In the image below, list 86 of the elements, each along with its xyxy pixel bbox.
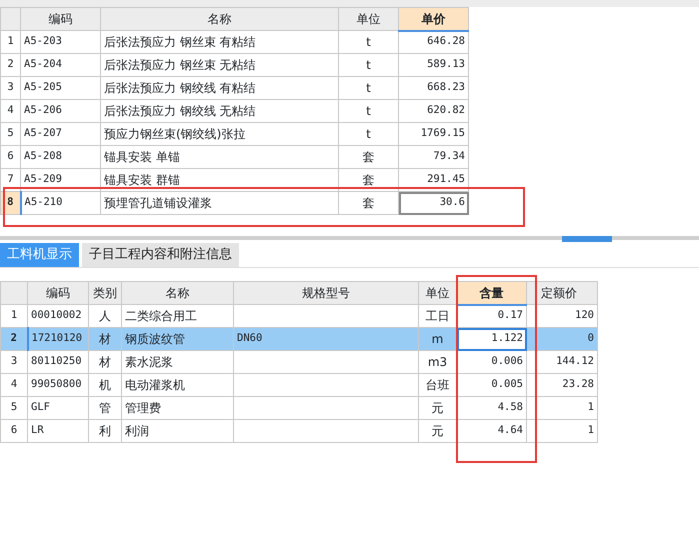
- corner-cell: [0, 8, 20, 30]
- table-cell: 23.28: [536, 374, 598, 396]
- table-cell: A5-208: [20, 146, 100, 168]
- row-number[interactable]: 2: [0, 328, 28, 350]
- table-cell: 材: [88, 350, 122, 374]
- table-cell: 144.12: [536, 350, 598, 374]
- table-cell: 利: [88, 420, 122, 442]
- table-cell: 机: [88, 374, 122, 396]
- row-number[interactable]: 3: [0, 350, 28, 374]
- splitter-handle[interactable]: [562, 236, 612, 242]
- table-cell: 预埋管孔道铺设灌浆: [100, 192, 338, 214]
- table-cell: 620.82: [398, 100, 468, 122]
- table-cell: 0.005: [456, 374, 526, 396]
- column-header[interactable]: 单位: [338, 8, 398, 30]
- corner-cell: [0, 282, 28, 304]
- table-cell: 后张法预应力 钢丝束 有粘结: [100, 30, 338, 54]
- row-number[interactable]: 3: [0, 76, 20, 100]
- table-cell: 99050800: [28, 374, 88, 396]
- table-cell: DN60: [234, 328, 418, 350]
- table-cell: t: [338, 54, 398, 76]
- column-header[interactable]: 单价: [398, 8, 468, 30]
- table-cell: 4.58: [456, 396, 526, 420]
- column-header[interactable]: 含量: [456, 282, 526, 304]
- table-cell[interactable]: 30.6: [398, 192, 468, 214]
- table-cell: 套: [338, 146, 398, 168]
- table-cell: t: [338, 30, 398, 54]
- table-cell: 0.006: [456, 350, 526, 374]
- column-header[interactable]: 编码: [28, 282, 88, 304]
- table-cell[interactable]: 1.122: [456, 328, 526, 350]
- table-cell: A5-207: [20, 122, 100, 146]
- table-cell: LR: [28, 420, 88, 442]
- row-number[interactable]: 6: [0, 420, 28, 442]
- table-cell: 锚具安装 单锚: [100, 146, 338, 168]
- table-cell: t: [338, 76, 398, 100]
- table-cell: 管: [88, 396, 122, 420]
- column-header[interactable]: 规格型号: [234, 282, 418, 304]
- table-cell: A5-210: [20, 192, 100, 214]
- table-cell: 1: [536, 420, 598, 442]
- table-cell: 后张法预应力 钢绞线 无粘结: [100, 100, 338, 122]
- table-cell: 锚具安装 群锚: [100, 168, 338, 192]
- table-cell: 17210120: [28, 328, 88, 350]
- table-cell: 预应力钢丝束(钢绞线)张拉: [100, 122, 338, 146]
- column-header[interactable]: 类别: [88, 282, 122, 304]
- table-cell: t: [338, 122, 398, 146]
- row-number[interactable]: 2: [0, 54, 20, 76]
- table-cell: 668.23: [398, 76, 468, 100]
- table-cell: m: [418, 328, 456, 350]
- row-number[interactable]: 4: [0, 100, 20, 122]
- table-cell: 素水泥浆: [122, 350, 234, 374]
- table-cell: 电动灌浆机: [122, 374, 234, 396]
- row-number[interactable]: 5: [0, 122, 20, 146]
- column-header[interactable]: 定额价: [536, 282, 598, 304]
- table-cell: A5-204: [20, 54, 100, 76]
- table-cell: 79.34: [398, 146, 468, 168]
- table-cell: 钢质波纹管: [122, 328, 234, 350]
- table-cell: 套: [338, 192, 398, 214]
- table-cell: 80110250: [28, 350, 88, 374]
- table-cell: 589.13: [398, 54, 468, 76]
- table-cell: 后张法预应力 钢绞线 有粘结: [100, 76, 338, 100]
- row-number[interactable]: 5: [0, 396, 28, 420]
- tab[interactable]: 子目工程内容和附注信息: [82, 243, 239, 267]
- table-cell: 管理费: [122, 396, 234, 420]
- table-cell: t: [338, 100, 398, 122]
- column-header[interactable]: 单位: [418, 282, 456, 304]
- column-header[interactable]: 名称: [100, 8, 338, 30]
- column-header[interactable]: 名称: [122, 282, 234, 304]
- table-cell: GLF: [28, 396, 88, 420]
- table-cell: 利润: [122, 420, 234, 442]
- table-cell: 材: [88, 328, 122, 350]
- table-cell: 0: [536, 328, 598, 350]
- table-cell: 后张法预应力 钢丝束 无粘结: [100, 54, 338, 76]
- row-number[interactable]: 4: [0, 374, 28, 396]
- table-cell: 646.28: [398, 30, 468, 54]
- table-cell: 291.45: [398, 168, 468, 192]
- row-number[interactable]: 6: [0, 146, 20, 168]
- table-cell: A5-205: [20, 76, 100, 100]
- row-number[interactable]: 1: [0, 304, 28, 328]
- table-cell: A5-206: [20, 100, 100, 122]
- row-number[interactable]: 1: [0, 30, 20, 54]
- table-cell: 套: [338, 168, 398, 192]
- table-cell: A5-203: [20, 30, 100, 54]
- table-cell: 1769.15: [398, 122, 468, 146]
- table-cell: 4.64: [456, 420, 526, 442]
- column-header[interactable]: 编码: [20, 8, 100, 30]
- table-cell: 1: [536, 396, 598, 420]
- table-cell: A5-209: [20, 168, 100, 192]
